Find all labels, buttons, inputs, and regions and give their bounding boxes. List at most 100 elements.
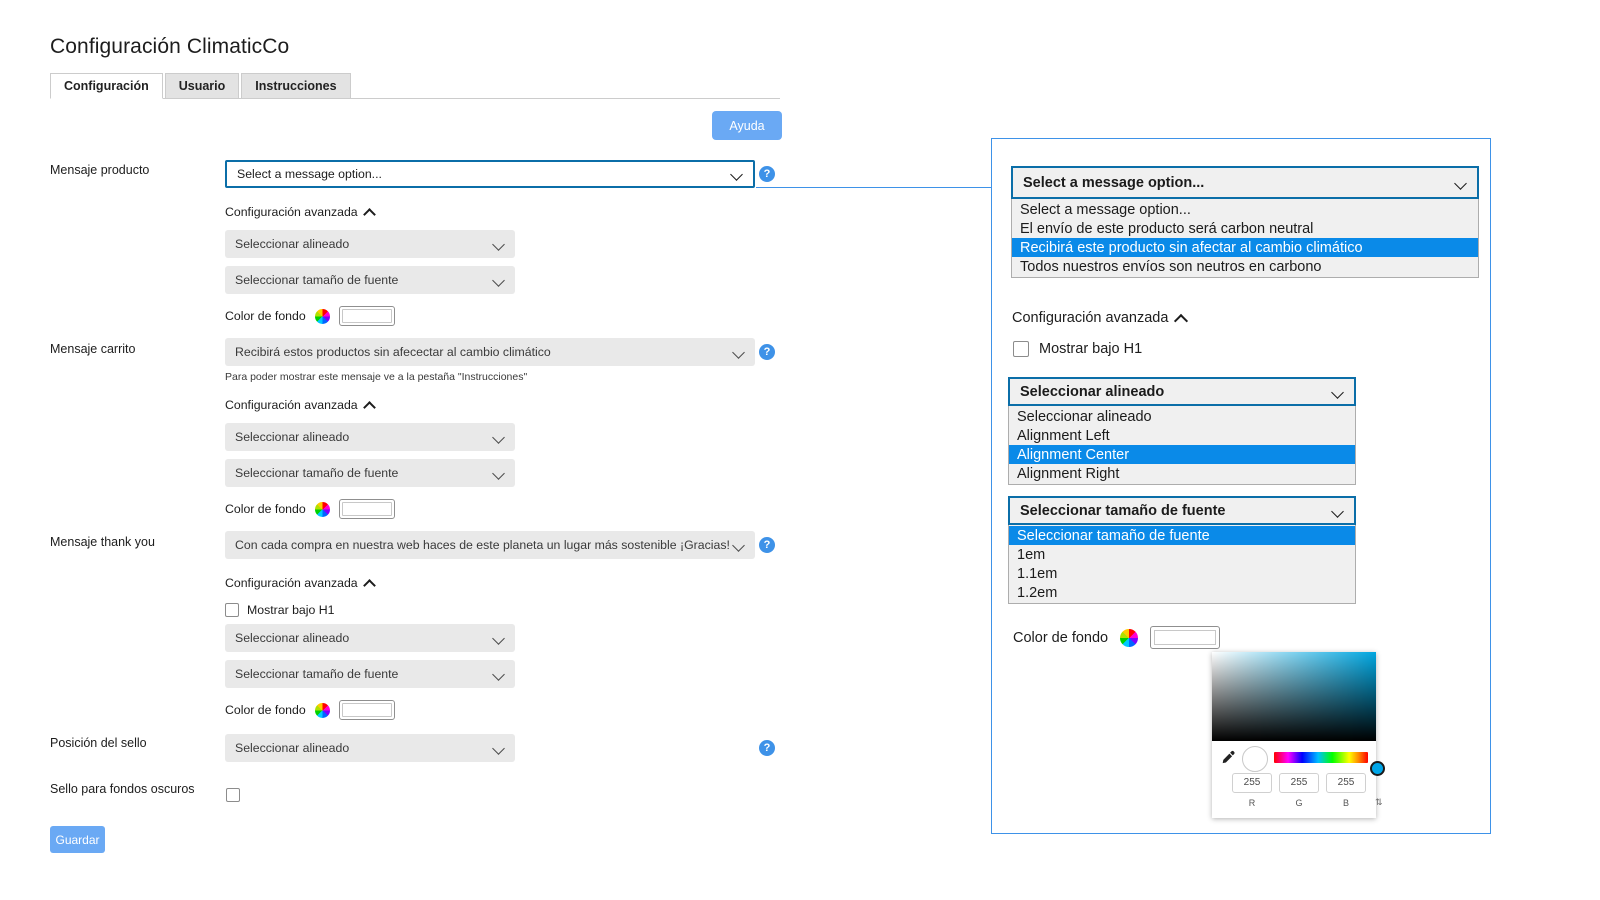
panel-checkbox-mostrar-bajo-h1[interactable] [1013,341,1029,357]
color-wheel-icon[interactable] [1120,628,1139,647]
help-icon-posicion-sello[interactable]: ? [759,740,775,756]
panel-advanced-toggle-label: Configuración avanzada [1012,310,1169,326]
panel-select-fuente[interactable]: Seleccionar tamaño de fuente [1008,496,1356,525]
hint-mensaje-carrito: Para poder mostrar este mensaje ve a la … [225,371,528,383]
color-label-thankyou: Color de fondo [225,703,306,717]
panel-option-fuente-3[interactable]: 1.2em [1009,583,1355,602]
panel-option-mensaje-0[interactable]: Select a message option... [1012,200,1478,219]
label-mensaje-carrito: Mensaje carrito [50,342,136,356]
tab-usuario[interactable]: Usuario [164,73,240,98]
green-input[interactable]: 255 [1279,773,1319,793]
panel-option-fuente-0[interactable]: Seleccionar tamaño de fuente [1009,526,1355,545]
label-mensaje-producto: Mensaje producto [50,163,150,177]
panel-select-alineado[interactable]: Seleccionar alineado [1008,377,1356,406]
select-alineado-producto[interactable]: Seleccionar alineado [225,230,515,258]
select-mensaje-thankyou[interactable]: Con cada compra en nuestra web haces de … [225,531,755,559]
panel-color-row: Color de fondo [1013,626,1221,649]
select-posicion-sello[interactable]: Seleccionar alineado [225,734,515,762]
help-icon-mensaje-thankyou[interactable]: ? [759,537,775,553]
panel-option-alineado-1[interactable]: Alignment Left [1009,426,1355,445]
save-button[interactable]: Guardar [50,826,105,853]
panel-option-mensaje-1[interactable]: El envío de este producto será carbon ne… [1012,219,1478,238]
color-picker-popup: 255 255 255 R G B ⇅ [1212,652,1385,818]
select-mensaje-carrito-value: Recibirá estos productos sin afecectar a… [235,345,551,359]
select-mensaje-thankyou-value: Con cada compra en nuestra web haces de … [235,538,730,552]
saturation-value-field[interactable] [1212,652,1376,741]
color-row-thankyou: Color de fondo [225,700,395,720]
blue-label: B [1342,797,1349,808]
checkbox-sello-fondos-oscuros[interactable] [226,788,240,802]
panel-checkbox-row: Mostrar bajo H1 [1013,341,1142,357]
panel-option-alineado-2[interactable]: Alignment Center [1009,445,1355,464]
panel-select-mensaje[interactable]: Select a message option... [1011,166,1479,199]
panel-dropdown-mensaje-list: Select a message option... El envío de e… [1011,199,1479,278]
checkbox-mostrar-bajo-h1[interactable] [225,603,239,617]
color-swatch-carrito[interactable] [338,499,395,519]
panel-option-mensaje-2[interactable]: Recibirá este producto sin afectar al ca… [1012,238,1478,257]
label-mensaje-thankyou: Mensaje thank you [50,535,155,549]
rgb-labels: R G B ⇅ [1232,797,1383,808]
advanced-toggle-producto-label: Configuración avanzada [225,205,358,219]
chevron-down-icon [1332,505,1344,517]
panel-select-alineado-value: Seleccionar alineado [1020,383,1165,400]
panel-option-alineado-3[interactable]: Alignment Right [1009,464,1355,483]
checkbox-mostrar-bajo-h1-label: Mostrar bajo H1 [247,603,335,617]
select-alineado-thankyou[interactable]: Seleccionar alineado [225,624,515,652]
chevron-down-icon [493,742,505,754]
advanced-toggle-carrito[interactable]: Configuración avanzada [225,398,375,412]
select-mensaje-producto[interactable]: Select a message option... [225,160,755,188]
select-fuente-thankyou[interactable]: Seleccionar tamaño de fuente [225,660,515,688]
red-input[interactable]: 255 [1232,773,1272,793]
color-wheel-icon[interactable] [314,501,330,517]
chevron-down-icon [733,539,745,551]
panel-option-mensaje-3[interactable]: Todos nuestros envíos son neutros en car… [1012,257,1478,276]
chevron-down-icon [493,274,505,286]
color-swatch-thankyou[interactable] [338,700,395,720]
advanced-toggle-thankyou-label: Configuración avanzada [225,576,358,590]
help-button[interactable]: Ayuda [712,111,782,140]
select-alineado-carrito[interactable]: Seleccionar alineado [225,423,515,451]
app-root: Configuración ClimaticCo Configuración U… [0,0,1600,900]
advanced-toggle-carrito-label: Configuración avanzada [225,398,358,412]
help-icon-mensaje-producto[interactable]: ? [759,166,775,182]
select-mensaje-carrito[interactable]: Recibirá estos productos sin afecectar a… [225,338,755,366]
red-label: R [1248,797,1256,808]
color-picker-controls: 255 255 255 R G B ⇅ [1212,741,1385,818]
advanced-toggle-thankyou[interactable]: Configuración avanzada [225,576,375,590]
panel-color-swatch[interactable] [1150,626,1221,649]
chevron-down-icon [1332,386,1344,398]
panel-option-fuente-1[interactable]: 1em [1009,545,1355,564]
select-fuente-producto[interactable]: Seleccionar tamaño de fuente [225,266,515,294]
chevron-down-icon [733,346,745,358]
select-alineado-carrito-value: Seleccionar alineado [235,430,350,444]
panel-dropdown-alineado-list: Seleccionar alineado Alignment Left Alig… [1008,406,1356,485]
hue-slider[interactable] [1274,752,1385,776]
color-label-carrito: Color de fondo [225,502,306,516]
color-swatch-producto[interactable] [338,306,395,326]
color-label-producto: Color de fondo [225,309,306,323]
callout-connector-line [756,187,1010,188]
eyedropper-icon[interactable] [1220,750,1236,766]
select-fuente-carrito[interactable]: Seleccionar tamaño de fuente [225,459,515,487]
tab-instrucciones[interactable]: Instrucciones [241,73,351,98]
select-fuente-carrito-value: Seleccionar tamaño de fuente [235,466,399,480]
chevron-down-icon [493,467,505,479]
color-row-producto: Color de fondo [225,306,395,326]
color-mode-spinner[interactable]: ⇅ [1375,797,1383,808]
panel-advanced-toggle[interactable]: Configuración avanzada [1012,310,1188,326]
blue-input[interactable]: 255 [1326,773,1366,793]
select-fuente-thankyou-value: Seleccionar tamaño de fuente [235,667,399,681]
chevron-up-icon [364,578,375,589]
advanced-toggle-producto[interactable]: Configuración avanzada [225,205,375,219]
green-label: G [1295,797,1303,808]
chevron-down-icon [493,668,505,680]
tab-configuracion[interactable]: Configuración [50,73,163,99]
help-icon-mensaje-carrito[interactable]: ? [759,344,775,360]
panel-option-fuente-2[interactable]: 1.1em [1009,564,1355,583]
color-wheel-icon[interactable] [314,702,330,718]
chevron-down-icon [731,168,743,180]
color-wheel-icon[interactable] [314,308,330,324]
panel-option-alineado-0[interactable]: Seleccionar alineado [1009,407,1355,426]
hue-slider-knob[interactable] [1370,761,1385,776]
chevron-down-icon [1455,177,1467,189]
